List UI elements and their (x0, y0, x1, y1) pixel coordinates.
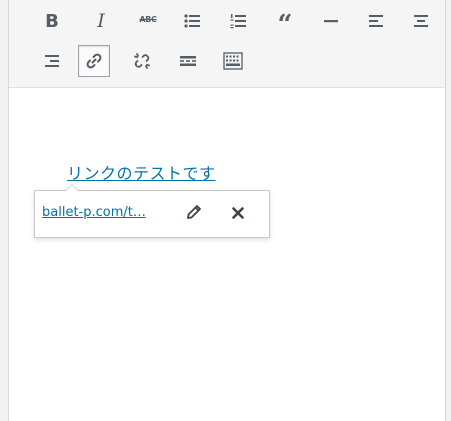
close-icon (231, 205, 245, 224)
italic-label: I (97, 10, 105, 32)
toolbar-toggle-button[interactable] (218, 46, 248, 76)
edit-link-button[interactable] (183, 203, 205, 225)
inline-link-toolbar: ballet-p.com/t… (34, 184, 270, 238)
blockquote-label: “ (277, 10, 293, 40)
strikethrough-button[interactable]: ABC (133, 4, 163, 34)
numbered-list-icon (230, 13, 246, 29)
remove-link-popup-button[interactable] (227, 203, 249, 225)
editor: B I ABC “ リンクのテストです ballet-p.com/t… (8, 0, 446, 421)
align-left-icon (368, 13, 384, 29)
italic-button[interactable]: I (86, 6, 116, 36)
unlink-icon (133, 52, 151, 70)
editor-content[interactable]: リンクのテストです ballet-p.com/t… (9, 88, 445, 421)
blockquote-button[interactable]: “ (270, 6, 300, 40)
align-right-button[interactable] (37, 46, 67, 76)
numbered-list-button[interactable] (223, 6, 253, 36)
pencil-icon (186, 204, 202, 224)
insert-link-button[interactable] (78, 45, 110, 77)
keyboard-icon (223, 52, 243, 70)
read-more-icon (179, 53, 197, 69)
strikethrough-label: ABC (139, 14, 157, 24)
link-url[interactable]: ballet-p.com/t… (42, 205, 146, 220)
linked-text[interactable]: リンクのテストです (67, 160, 216, 184)
horizontal-line-icon (323, 13, 339, 29)
bulleted-list-button[interactable] (177, 6, 207, 36)
horizontal-line-button[interactable] (316, 6, 346, 36)
remove-link-button[interactable] (127, 46, 157, 76)
align-right-icon (44, 53, 60, 69)
bulleted-list-icon (184, 13, 200, 29)
align-center-button[interactable] (406, 6, 436, 36)
align-center-icon (413, 13, 429, 29)
link-icon (85, 52, 103, 70)
read-more-button[interactable] (173, 46, 203, 76)
bold-button[interactable]: B (37, 6, 67, 36)
bold-label: B (45, 10, 59, 32)
editor-toolbar: B I ABC “ (9, 0, 445, 88)
align-left-button[interactable] (361, 6, 391, 36)
